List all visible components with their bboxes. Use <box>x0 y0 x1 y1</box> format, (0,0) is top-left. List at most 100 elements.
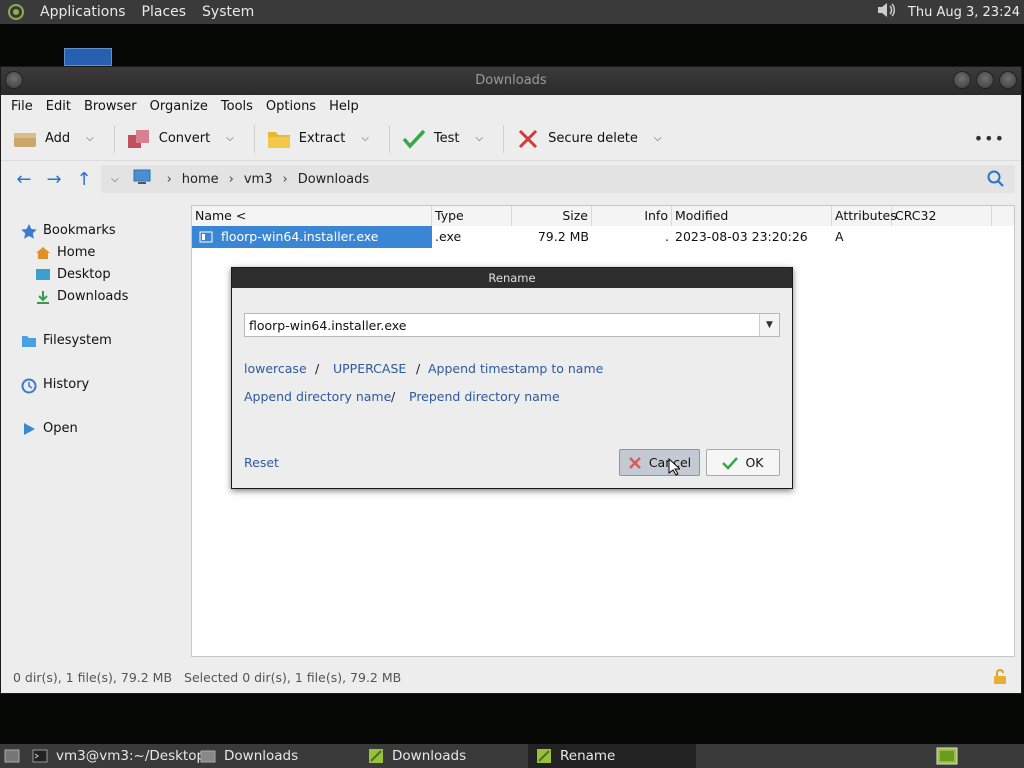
navigation-bar: ← → ↑ ⌵ › home › vm3 › Downloads <box>1 161 1021 197</box>
prepend-directory-link[interactable]: Prepend directory name <box>409 389 560 404</box>
toolbar-separator <box>113 124 115 153</box>
applications-menu[interactable]: Applications <box>40 4 126 20</box>
ok-button[interactable]: OK <box>706 449 780 476</box>
sidebar-open-label: Open <box>43 421 78 436</box>
lowercase-link[interactable]: lowercase <box>244 361 307 376</box>
cancel-x-icon <box>628 456 642 470</box>
taskbar: vm3@vm3:~/Desktop Downloads Downloads Re… <box>0 744 1024 768</box>
convert-button[interactable]: Convert ⌵ <box>127 129 234 149</box>
task-downloads-archiver[interactable]: Downloads <box>360 744 528 768</box>
column-size[interactable]: Size <box>512 206 592 226</box>
toolbar-separator <box>503 124 505 153</box>
sidebar-item-desktop[interactable]: Desktop <box>35 267 111 282</box>
workspace-switcher-icon[interactable] <box>936 747 958 768</box>
table-row[interactable]: floorp-win64.installer.exe .exe 79.2 MB … <box>192 226 1014 248</box>
volume-icon[interactable] <box>876 0 898 24</box>
reset-link[interactable]: Reset <box>244 455 279 470</box>
file-attributes: A <box>835 229 844 244</box>
append-timestamp-link[interactable]: Append timestamp to name <box>428 361 603 376</box>
lock-icon[interactable] <box>993 669 1007 688</box>
menu-edit[interactable]: Edit <box>46 99 71 114</box>
search-icon[interactable] <box>987 170 1005 192</box>
add-button[interactable]: Add ⌵ <box>13 129 94 149</box>
file-name-cell[interactable]: floorp-win64.installer.exe <box>192 226 432 248</box>
more-options-icon[interactable]: ••• <box>974 129 1005 148</box>
sidebar-bookmarks-label: Bookmarks <box>43 223 116 238</box>
cancel-button[interactable]: Cancel <box>619 449 700 476</box>
menu-options[interactable]: Options <box>266 99 316 114</box>
task-rename[interactable]: Rename <box>528 744 696 768</box>
chevron-down-icon[interactable]: ▼ <box>759 314 779 336</box>
menu-browser[interactable]: Browser <box>84 99 137 114</box>
sidebar-open[interactable]: Open <box>21 421 78 436</box>
path-dropdown-icon[interactable]: ⌵ <box>111 174 119 185</box>
rename-combobox[interactable]: ▼ <box>244 313 780 337</box>
task-terminal[interactable]: vm3@vm3:~/Desktop <box>24 744 205 768</box>
column-modified[interactable]: Modified <box>672 206 832 226</box>
breadcrumb-home[interactable]: home <box>182 172 219 187</box>
sidebar-history-label: History <box>43 377 90 392</box>
system-menu[interactable]: System <box>202 4 254 20</box>
append-directory-link[interactable]: Append directory name <box>244 389 391 404</box>
desktop-icon[interactable] <box>64 48 112 66</box>
link-separator: / <box>315 361 320 376</box>
uppercase-link[interactable]: UPPERCASE <box>333 361 406 376</box>
add-archive-icon <box>13 129 37 149</box>
menu-organize[interactable]: Organize <box>150 99 208 114</box>
clock[interactable]: Thu Aug 3, 23:24 <box>908 5 1020 20</box>
extract-dropdown-icon[interactable]: ⌵ <box>361 133 369 144</box>
play-icon <box>21 422 37 436</box>
rename-input[interactable] <box>245 314 755 336</box>
column-info[interactable]: Info <box>592 206 672 226</box>
sidebar-item-downloads[interactable]: Downloads <box>35 289 128 304</box>
up-arrow-icon[interactable]: ↑ <box>69 169 99 190</box>
secure-delete-button[interactable]: Secure delete ⌵ <box>516 129 662 149</box>
sidebar-history[interactable]: History <box>21 377 90 393</box>
column-type[interactable]: Type <box>432 206 512 226</box>
menu-file[interactable]: File <box>11 99 33 114</box>
checkmark-icon <box>402 129 426 149</box>
test-button[interactable]: Test ⌵ <box>402 129 483 149</box>
sidebar-bookmarks[interactable]: Bookmarks <box>21 223 116 239</box>
window-titlebar[interactable]: Downloads <box>1 67 1021 95</box>
back-arrow-icon[interactable]: ← <box>9 169 39 190</box>
sidebar-item-home[interactable]: Home <box>35 245 95 260</box>
task-downloads-folder[interactable]: Downloads <box>192 744 360 768</box>
window-menu-icon[interactable] <box>5 71 23 89</box>
column-crc32[interactable]: CRC32 <box>892 206 992 226</box>
close-icon[interactable] <box>999 71 1017 89</box>
executable-file-icon <box>199 231 213 243</box>
task-label: Downloads <box>392 748 467 764</box>
breadcrumb-downloads[interactable]: Downloads <box>298 172 369 187</box>
convert-dropdown-icon[interactable]: ⌵ <box>226 133 234 144</box>
convert-label: Convert <box>158 131 211 146</box>
maximize-icon[interactable] <box>976 71 994 89</box>
menu-help[interactable]: Help <box>329 99 359 114</box>
menu-tools[interactable]: Tools <box>221 99 253 114</box>
convert-icon <box>127 129 151 149</box>
show-desktop-icon[interactable] <box>0 744 24 768</box>
window-title: Downloads <box>475 73 547 88</box>
toolbar-separator <box>388 124 390 153</box>
folder-icon <box>200 748 216 764</box>
secure-delete-label: Secure delete <box>548 131 638 146</box>
secure-delete-dropdown-icon[interactable]: ⌵ <box>654 133 662 144</box>
add-dropdown-icon[interactable]: ⌵ <box>86 133 94 144</box>
forward-arrow-icon[interactable]: → <box>39 169 69 190</box>
minimize-icon[interactable] <box>953 71 971 89</box>
task-label: Downloads <box>224 748 299 764</box>
computer-icon[interactable] <box>133 169 151 189</box>
dialog-title[interactable]: Rename <box>232 268 792 288</box>
places-menu[interactable]: Places <box>142 4 187 20</box>
test-label: Test <box>433 131 460 146</box>
column-attributes[interactable]: Attributes <box>832 206 897 226</box>
os-logo-icon[interactable] <box>8 4 24 20</box>
extract-button[interactable]: Extract ⌵ <box>267 129 369 149</box>
file-list-header: Name < Type Size Info Modified Attribute… <box>192 206 1014 226</box>
sidebar-filesystem-label: Filesystem <box>43 333 112 348</box>
test-dropdown-icon[interactable]: ⌵ <box>476 133 484 144</box>
mouse-cursor-icon <box>668 457 682 480</box>
column-name[interactable]: Name < <box>192 206 432 226</box>
sidebar-filesystem[interactable]: Filesystem <box>21 333 112 348</box>
breadcrumb-vm3[interactable]: vm3 <box>244 172 273 187</box>
